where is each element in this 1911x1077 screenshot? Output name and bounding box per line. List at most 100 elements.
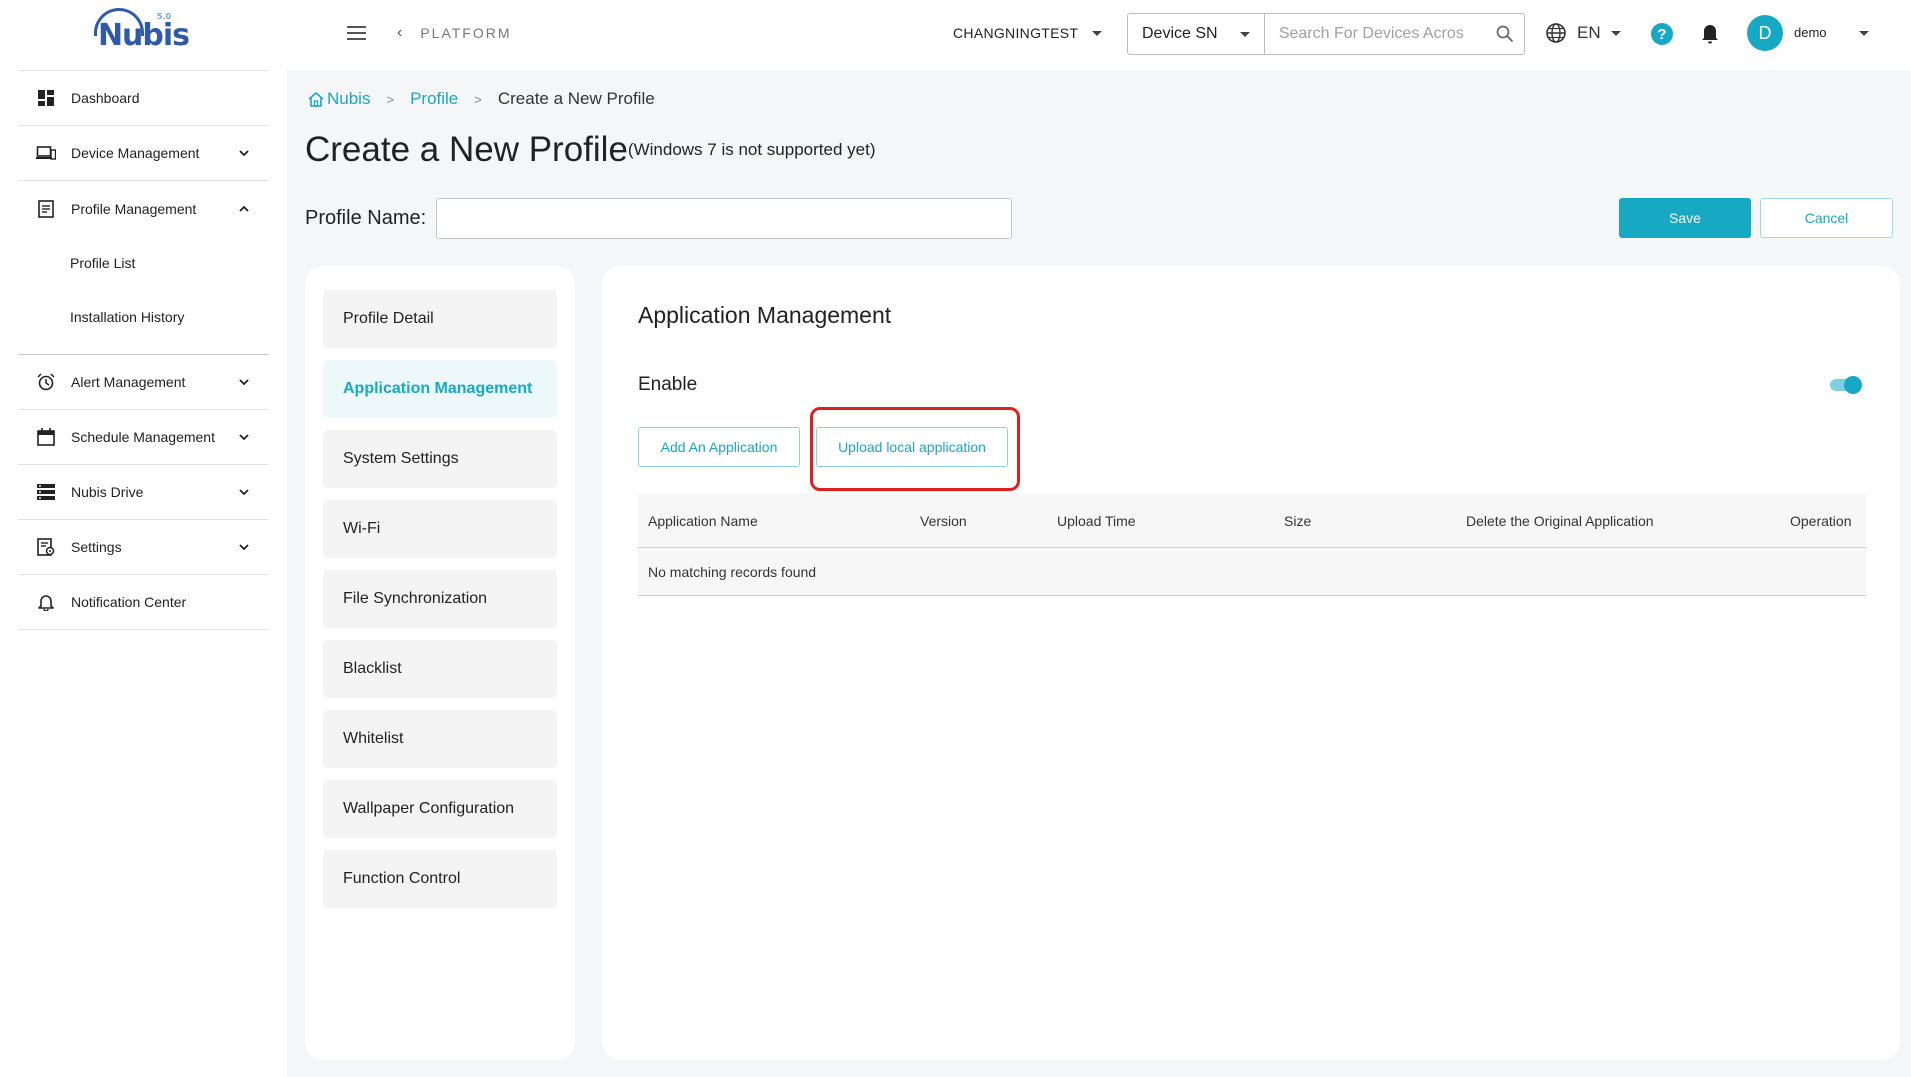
search-icon[interactable] <box>1486 14 1524 54</box>
enable-toggle[interactable] <box>1830 376 1862 394</box>
cloud-icon <box>93 7 144 36</box>
column-header: Application Name <box>648 513 758 529</box>
column-header: Size <box>1284 513 1312 529</box>
column-header: Upload Time <box>1057 513 1136 529</box>
menu-icon[interactable] <box>347 26 366 40</box>
tab-profile-detail[interactable]: Profile Detail <box>323 290 557 348</box>
back-to-platform-link[interactable]: ‹ PLATFORM <box>397 24 512 42</box>
sidebar-item-label: Profile Management <box>71 200 197 217</box>
sidebar-item-notification-center[interactable]: Notification Center <box>18 575 269 630</box>
sidebar-item-label: Dashboard <box>71 90 140 106</box>
caret-down-icon <box>1610 30 1621 36</box>
sidebar-item-label: Schedule Management <box>71 429 215 445</box>
username[interactable]: demo <box>1794 25 1827 40</box>
sidebar-item-dashboard[interactable]: Dashboard <box>18 71 269 126</box>
dashboard-icon <box>36 88 56 108</box>
table-empty-row: No matching records found <box>638 548 1866 596</box>
top-header: ‹ PLATFORM CHANGNINGTEST Device SN EN ? … <box>287 0 1911 70</box>
breadcrumb: Nubis > Profile > Create a New Profile <box>307 89 655 109</box>
tab-wallpaper-configuration[interactable]: Wallpaper Configuration <box>323 780 557 838</box>
upload-local-application-button[interactable]: Upload local application <box>816 427 1008 467</box>
profile-name-row: Profile Name: <box>305 198 1013 239</box>
save-button[interactable]: Save <box>1619 198 1751 238</box>
caret-down-icon <box>1239 31 1250 37</box>
section-title: Application Management <box>638 302 892 328</box>
add-application-button[interactable]: Add An Application <box>638 427 800 467</box>
application-management-panel: Application Management Enable Add An App… <box>602 266 1900 1060</box>
logo-version: 5.0 <box>156 11 172 21</box>
sidebar-item-schedule-management[interactable]: Schedule Management <box>18 410 269 465</box>
sidebar-item-label: Notification Center <box>71 594 187 610</box>
chevron-left-icon: ‹ <box>397 24 405 41</box>
sidebar: 5.0 Nubis Dashboard Device Management Pr… <box>0 0 287 1077</box>
tab-blacklist[interactable]: Blacklist <box>323 640 557 698</box>
search-type-select[interactable]: Device SN <box>1128 14 1265 54</box>
user-menu-caret-icon[interactable] <box>1859 31 1869 36</box>
breadcrumb-profile[interactable]: Profile <box>410 89 458 109</box>
table-header: Application Name Version Upload Time Siz… <box>638 494 1866 548</box>
title-row: Create a New Profile (Windows 7 is not s… <box>305 128 875 172</box>
search-type-value: Device SN <box>1142 25 1218 42</box>
tenant-name: CHANGNINGTEST <box>953 25 1079 41</box>
chevron-down-icon <box>239 150 249 157</box>
tab-wifi[interactable]: Wi-Fi <box>323 500 557 558</box>
breadcrumb-current: Create a New Profile <box>497 89 655 108</box>
avatar[interactable]: D <box>1747 15 1783 51</box>
tenant-selector[interactable]: CHANGNINGTEST <box>953 25 1103 41</box>
breadcrumb-home[interactable]: Nubis <box>307 89 370 109</box>
profile-sections-panel: Profile Detail Application Management Sy… <box>305 266 575 1060</box>
column-header: Version <box>920 513 967 529</box>
tab-whitelist[interactable]: Whitelist <box>323 710 557 768</box>
chevron-up-icon <box>239 205 249 212</box>
breadcrumb-home-label: Nubis <box>327 89 371 108</box>
profile-name-input[interactable] <box>436 198 1013 239</box>
toggle-knob <box>1844 376 1862 394</box>
page-title: Create a New Profile <box>305 130 628 169</box>
cancel-button[interactable]: Cancel <box>1760 198 1893 238</box>
applications-table: Application Name Version Upload Time Siz… <box>638 494 1866 596</box>
bell-outline-icon <box>36 592 56 612</box>
language-value: EN <box>1577 23 1601 42</box>
sidebar-item-label: Settings <box>71 539 122 555</box>
logo[interactable]: 5.0 Nubis <box>0 0 287 70</box>
chevron-down-icon <box>239 434 249 441</box>
sidebar-item-label: Device Management <box>71 145 200 161</box>
globe-icon <box>1546 23 1566 43</box>
caret-down-icon <box>1092 30 1103 36</box>
sidebar-item-profile-management[interactable]: Profile Management <box>18 181 269 236</box>
settings-document-icon <box>36 537 56 557</box>
profile-management-group: Profile Management Profile List Installa… <box>18 181 269 355</box>
page-note: (Windows 7 is not supported yet) <box>627 140 876 159</box>
profile-icon <box>36 199 56 219</box>
sidebar-item-settings[interactable]: Settings <box>18 520 269 575</box>
profile-name-label: Profile Name: <box>305 207 427 229</box>
tab-application-management[interactable]: Application Management <box>323 360 557 418</box>
sidebar-item-device-management[interactable]: Device Management <box>18 126 269 181</box>
sidebar-item-installation-history[interactable]: Installation History <box>18 290 269 344</box>
devices-icon <box>36 143 56 163</box>
back-label: PLATFORM <box>420 25 512 41</box>
help-icon[interactable]: ? <box>1651 23 1673 45</box>
nubis-logo: 5.0 Nubis <box>93 7 190 53</box>
chevron-down-icon <box>239 489 249 496</box>
sidebar-item-profile-list[interactable]: Profile List <box>18 236 269 290</box>
calendar-icon <box>36 427 56 447</box>
alarm-clock-icon <box>36 372 56 392</box>
enable-label: Enable <box>638 374 698 395</box>
device-search-group: Device SN <box>1127 13 1525 55</box>
bell-icon[interactable] <box>1701 22 1719 49</box>
tab-file-synchronization[interactable]: File Synchronization <box>323 570 557 628</box>
sidebar-item-alert-management[interactable]: Alert Management <box>18 355 269 410</box>
sidebar-item-label: Nubis Drive <box>71 484 144 500</box>
tab-system-settings[interactable]: System Settings <box>323 430 557 488</box>
sidebar-nav: Dashboard Device Management Profile Mana… <box>18 70 269 630</box>
empty-message: No matching records found <box>648 563 817 580</box>
sidebar-item-label: Alert Management <box>71 374 186 390</box>
tab-function-control[interactable]: Function Control <box>323 850 557 908</box>
column-header: Delete the Original Application <box>1466 513 1654 529</box>
chevron-down-icon <box>239 544 249 551</box>
sidebar-item-nubis-drive[interactable]: Nubis Drive <box>18 465 269 520</box>
breadcrumb-separator: > <box>474 91 482 107</box>
device-search-input[interactable] <box>1264 14 1486 54</box>
language-selector[interactable]: EN <box>1545 22 1621 44</box>
